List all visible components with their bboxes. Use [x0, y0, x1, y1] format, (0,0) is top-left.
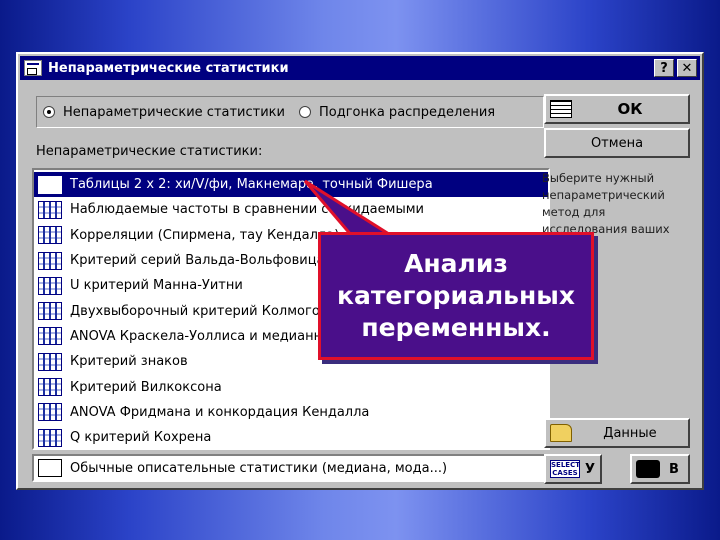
callout-text: Анализ категориальных переменных.: [337, 249, 575, 342]
callout-box: Анализ категориальных переменных.: [318, 232, 594, 360]
